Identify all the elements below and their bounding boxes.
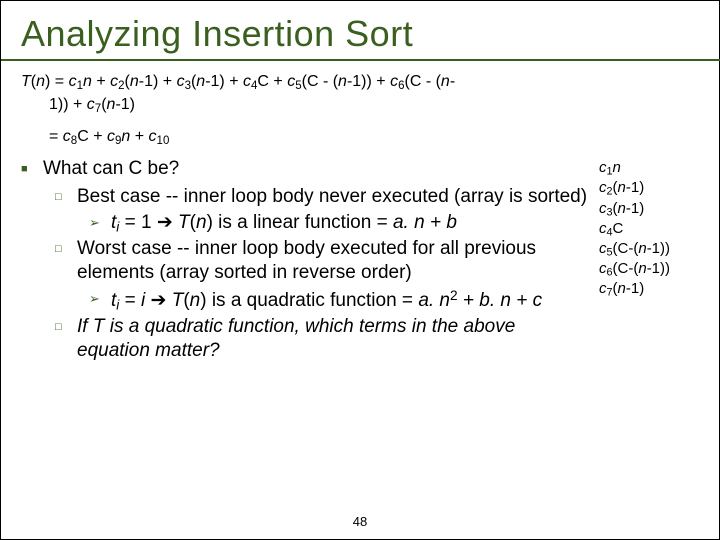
arrow-icon <box>152 212 178 233</box>
triangle-bullet-icon <box>89 211 111 236</box>
arrow-icon <box>145 290 171 311</box>
side-term-4: c4C <box>599 220 699 240</box>
bullet-if-t: If T is a quadratic function, which term… <box>55 315 591 363</box>
side-equations: c1n c2(n-1) c3(n-1) c4C c5(C-(n-1)) c6(C… <box>591 157 699 300</box>
side-term-1: c1n <box>599 159 699 179</box>
hollow-square-bullet-icon <box>55 315 77 363</box>
equation-1: T(n) = c1n + c2(n-1) + c3(n-1) + c4C + c… <box>21 71 699 118</box>
text-worst-case-sub: ti = iT(n) is a quadratic function = a. … <box>111 287 542 314</box>
text-best-case: Best case -- inner loop body never execu… <box>77 185 587 209</box>
text-what-can-c: What can C be? <box>43 157 179 181</box>
bullet-best-case-sub: ti = 1T(n) is a linear function = a. n +… <box>89 211 591 236</box>
page-number: 48 <box>1 514 719 529</box>
side-term-7: c7(n-1) <box>599 280 699 300</box>
side-term-2: c2(n-1) <box>599 179 699 199</box>
text-worst-case: Worst case -- inner loop body executed f… <box>77 237 591 285</box>
body-main: What can C be? Best case -- inner loop b… <box>21 157 591 365</box>
slide-title: Analyzing Insertion Sort <box>21 13 699 55</box>
side-term-3: c3(n-1) <box>599 200 699 220</box>
title-underline <box>1 59 720 61</box>
bullet-worst-case-sub: ti = iT(n) is a quadratic function = a. … <box>89 287 591 314</box>
hollow-square-bullet-icon <box>55 237 77 285</box>
equation-2: = c8C + c9n + c10 <box>21 126 699 149</box>
side-term-5: c5(C-(n-1)) <box>599 240 699 260</box>
hollow-square-bullet-icon <box>55 185 77 209</box>
slide: Analyzing Insertion Sort T(n) = c1n + c2… <box>0 0 720 540</box>
square-bullet-icon <box>21 157 43 181</box>
bullet-best-case: Best case -- inner loop body never execu… <box>55 185 591 209</box>
text-if-t: If T is a quadratic function, which term… <box>77 315 591 363</box>
text-best-case-sub: ti = 1T(n) is a linear function = a. n +… <box>111 211 457 236</box>
bullet-what-can-c-be: What can C be? <box>21 157 591 181</box>
body-row: What can C be? Best case -- inner loop b… <box>21 157 699 365</box>
bullet-worst-case: Worst case -- inner loop body executed f… <box>55 237 591 285</box>
side-term-6: c6(C-(n-1)) <box>599 260 699 280</box>
triangle-bullet-icon <box>89 287 111 314</box>
